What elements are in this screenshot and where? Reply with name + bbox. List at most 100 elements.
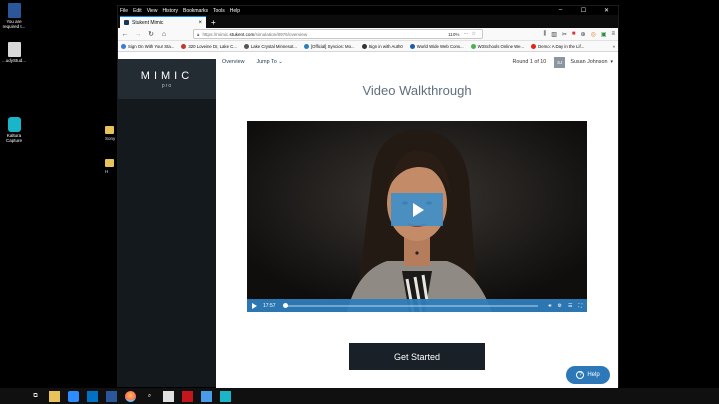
forward-icon[interactable]: →: [134, 31, 142, 38]
chevron-down-icon: ⌄: [278, 59, 283, 65]
bookmark-item[interactable]: 320 Loveine Dr, Lake C...: [181, 43, 237, 49]
menu-file[interactable]: File: [120, 8, 128, 14]
search-icon[interactable]: ⌕: [144, 391, 155, 402]
desktop-icon-label: You are required t...: [2, 19, 26, 29]
close-window-icon[interactable]: ✕: [595, 7, 618, 14]
bookmark-label: [Official] Syncios: Mo...: [310, 43, 355, 49]
volume-icon[interactable]: 🔊︎: [548, 303, 551, 309]
page-title: Video Walkthrough: [362, 83, 472, 98]
folder-icon: [105, 126, 114, 134]
tab-strip: Stukent Mimic × +: [118, 15, 618, 28]
user-menu-caret-icon[interactable]: ▾: [610, 59, 613, 65]
pdf-reader-icon[interactable]: [182, 390, 193, 402]
video-duration: 17:57: [263, 302, 276, 309]
zoom-app-icon[interactable]: [68, 390, 79, 402]
outlook-icon[interactable]: [87, 390, 98, 402]
menu-bar: File Edit View History Bookmarks Tools H…: [118, 6, 618, 15]
bookmark-label: 320 Loveine Dr, Lake C...: [188, 43, 237, 49]
bookmark-favicon-icon: [361, 43, 367, 49]
reload-icon[interactable]: ↻: [147, 30, 155, 38]
bookmarks-toolbar: Sign On With Your Sta... 320 Loveine Dr,…: [118, 41, 618, 52]
navigation-bar: ← → ↻ ⌂ 🔒︎ https://mimic. stukent.com/sim…: [118, 28, 618, 41]
lock-icon: 🔒︎: [197, 31, 200, 37]
sidebar-toggle-icon[interactable]: ▥: [551, 31, 557, 38]
menu-view[interactable]: View: [147, 8, 158, 14]
control-play-icon[interactable]: [252, 302, 257, 309]
extension-icon[interactable]: ▣: [601, 31, 607, 38]
desktop-peek-folder[interactable]: Sony: [105, 126, 115, 141]
menu-history[interactable]: History: [162, 8, 178, 14]
nav-overview[interactable]: Overview: [222, 59, 244, 65]
bookmark-label: Demo: A Day in the Lif...: [538, 43, 585, 49]
user-name[interactable]: Susan Johnson: [570, 59, 607, 65]
play-button[interactable]: [391, 193, 443, 226]
tab-close-icon[interactable]: ×: [198, 20, 202, 26]
back-icon[interactable]: ←: [121, 31, 129, 38]
hamburger-menu-icon[interactable]: ≡: [611, 31, 615, 38]
desktop-icon-kaltura-capture[interactable]: Kaltura Capture: [0, 117, 28, 143]
extension-icon[interactable]: ■: [572, 31, 576, 38]
tab-favicon-icon: [124, 20, 129, 25]
word-icon[interactable]: [106, 390, 117, 402]
fullscreen-icon[interactable]: ⛶: [578, 303, 582, 309]
sidebar: MIMIC pro: [118, 59, 216, 387]
get-started-button[interactable]: Get Started: [349, 343, 485, 370]
bookmark-item[interactable]: [Official] Syncios: Mo...: [303, 43, 355, 49]
file-explorer-icon[interactable]: [49, 390, 60, 402]
settings-gear-icon[interactable]: ⚙: [558, 303, 562, 309]
avatar[interactable]: SJ: [554, 56, 566, 68]
bookmark-item[interactable]: Sign On With Your Sta...: [121, 43, 174, 49]
screenshot-icon[interactable]: ✂: [562, 31, 567, 38]
address-bar[interactable]: 🔒︎ https://mimic. stukent.com/simulation/…: [193, 29, 483, 39]
zoom-level[interactable]: 110%: [448, 32, 459, 37]
desktop-peek-folder[interactable]: H: [105, 159, 114, 174]
notepad-icon[interactable]: [163, 390, 174, 402]
bookmark-item[interactable]: Sign in with Auth0: [361, 43, 403, 49]
maximize-icon[interactable]: ☐: [572, 7, 595, 14]
kaltura-icon[interactable]: [220, 390, 231, 402]
desktop-icon-label: ...udyStud...: [1, 58, 26, 63]
bookmark-item[interactable]: Lake Crystal Minnesot...: [243, 43, 297, 49]
bookmark-favicon-icon: [470, 43, 476, 49]
bookmark-item[interactable]: Demo: A Day in the Lif...: [531, 43, 585, 49]
tab-stukent-mimic[interactable]: Stukent Mimic ×: [120, 16, 206, 28]
play-icon: [413, 202, 424, 217]
url-path: /simulation/8976/overview: [254, 31, 308, 37]
bookmarks-overflow-icon[interactable]: »: [613, 44, 615, 49]
brand-sub: pro: [161, 82, 173, 89]
menu-tools[interactable]: Tools: [213, 8, 225, 14]
video-controls: 17:57 🔊︎ ⚙ ☰ ⛶: [247, 299, 587, 312]
extension-icon[interactable]: ⊛: [581, 31, 586, 38]
firefox-icon[interactable]: [125, 390, 136, 402]
extension-icon[interactable]: ◎: [591, 31, 596, 38]
minimize-icon[interactable]: –: [549, 7, 572, 14]
new-tab-button[interactable]: +: [211, 18, 216, 27]
desktop-icon-word-file[interactable]: You are required t...: [0, 3, 28, 29]
menu-edit[interactable]: Edit: [133, 8, 142, 14]
bookmark-label: World Wide Web Cons...: [416, 43, 464, 49]
desktop-icon-study-file[interactable]: ...udyStud...: [0, 42, 28, 63]
library-icon[interactable]: ⫼: [543, 31, 546, 38]
video-progress-bar[interactable]: [283, 303, 539, 308]
taskbar: ⧉ ⌕: [0, 388, 719, 404]
nav-jump-to[interactable]: Jump To ⌄: [256, 59, 282, 65]
menu-help[interactable]: Help: [230, 8, 240, 14]
main-content: Video Walkthrough 17:57 🔊︎ ⚙ ☰ ⛶ Get Sta…: [216, 71, 618, 388]
bookmark-favicon-icon: [409, 43, 415, 49]
bookmark-item[interactable]: W3Schools Online We...: [470, 43, 524, 49]
playlist-icon[interactable]: ☰: [568, 303, 572, 309]
snip-tool-icon[interactable]: [201, 390, 212, 402]
page-actions-icon[interactable]: ⋯☆: [464, 31, 479, 37]
task-view-icon[interactable]: ⧉: [30, 391, 41, 402]
web-page: MIMIC pro Overview Jump To ⌄ Round 1 of …: [118, 53, 618, 388]
bookmark-favicon-icon: [121, 43, 126, 49]
menu-bookmarks[interactable]: Bookmarks: [183, 8, 208, 14]
brand-logo[interactable]: MIMIC pro: [118, 59, 216, 99]
document-icon: [7, 42, 21, 57]
bookmark-item[interactable]: World Wide Web Cons...: [409, 43, 464, 49]
home-icon[interactable]: ⌂: [160, 31, 168, 38]
video-progress-knob[interactable]: [283, 303, 289, 308]
video-player[interactable]: 17:57 🔊︎ ⚙ ☰ ⛶: [247, 121, 587, 312]
url-host: stukent.com: [229, 31, 255, 37]
help-button[interactable]: ? Help: [566, 366, 610, 384]
